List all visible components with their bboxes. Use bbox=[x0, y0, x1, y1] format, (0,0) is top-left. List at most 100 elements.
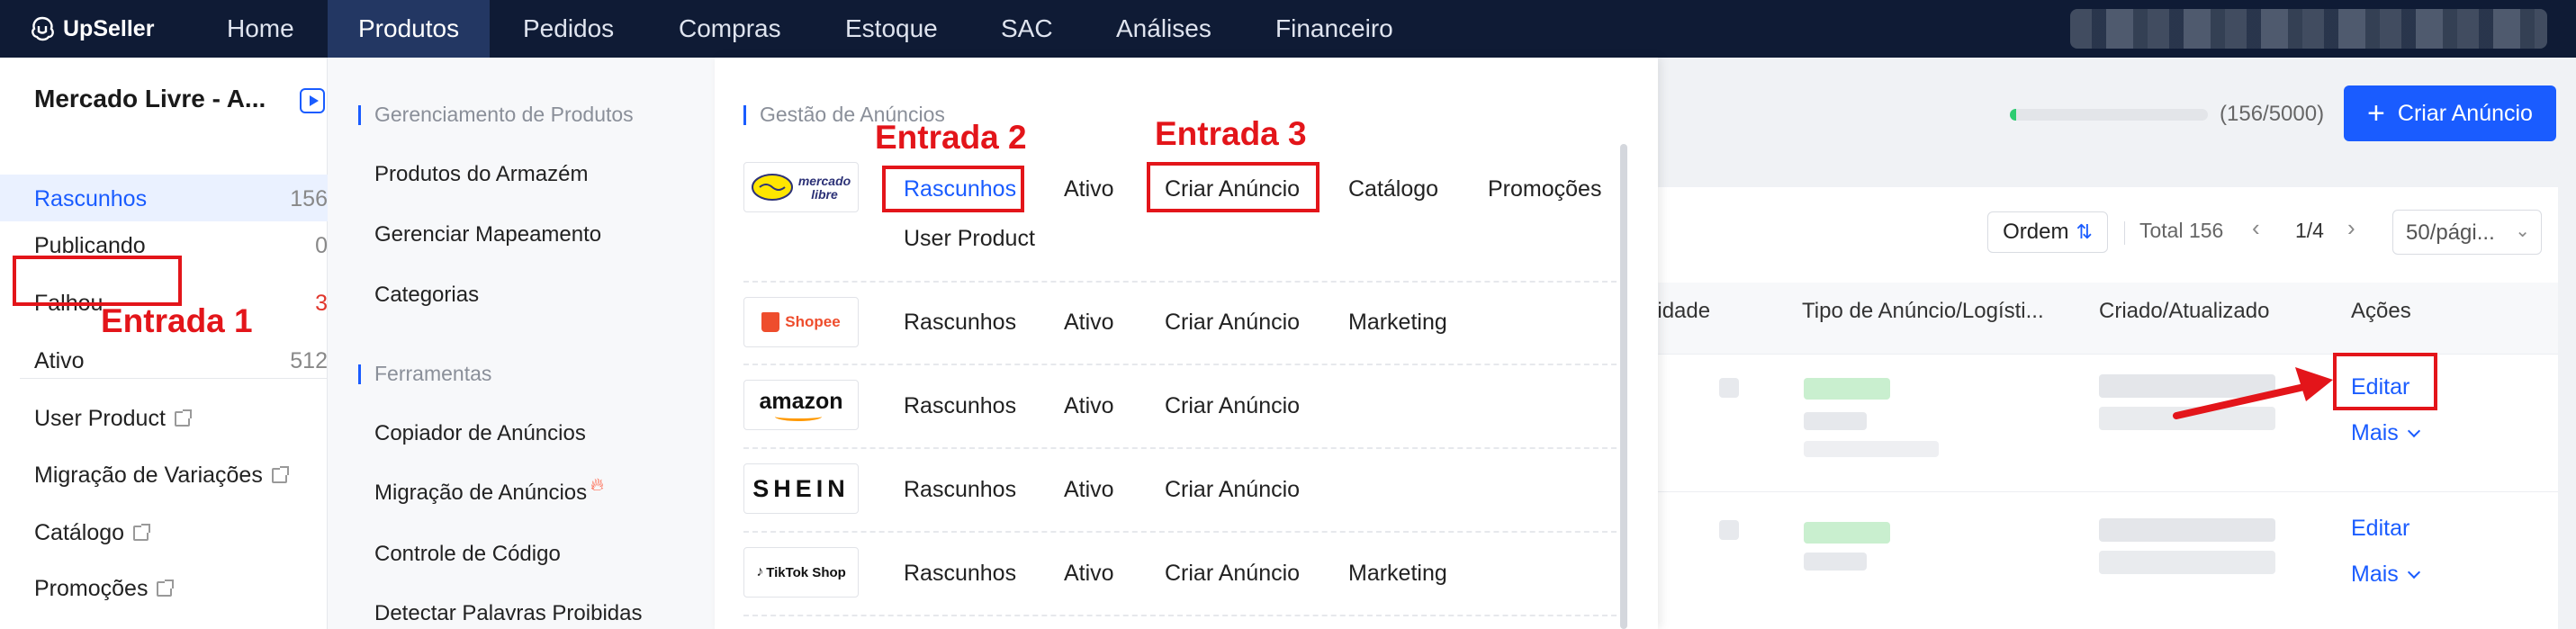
amazon-brand: amazon bbox=[759, 388, 843, 414]
mercado-libre-logo: mercado libre bbox=[743, 162, 859, 212]
menu-detectar-palavras[interactable]: Detectar Palavras Proibidas bbox=[374, 601, 642, 626]
create-listing-label: Criar Anúncio bbox=[2397, 100, 2533, 126]
sidebar-item-ativo[interactable]: Ativo 512 bbox=[0, 337, 328, 383]
menu-scrollbar[interactable] bbox=[1620, 144, 1627, 629]
amazon-ativo[interactable]: Ativo bbox=[1064, 393, 1114, 419]
highlight-editar bbox=[2333, 353, 2437, 410]
nav-estoque[interactable]: Estoque bbox=[815, 0, 968, 58]
tiktok-criar-anuncio[interactable]: Criar Anúncio bbox=[1165, 561, 1300, 587]
shopee-rascunhos[interactable]: Rascunhos bbox=[904, 310, 1016, 336]
shein-brand: SHEIN bbox=[752, 474, 850, 502]
prev-page-icon[interactable]: ‹ bbox=[2252, 214, 2260, 242]
sidebar-item-label: Rascunhos bbox=[34, 186, 148, 211]
sort-icon: ⇅ bbox=[2076, 220, 2093, 243]
listing-quota-text: (156/5000) bbox=[2220, 102, 2325, 126]
amazon-rascunhos[interactable]: Rascunhos bbox=[904, 393, 1016, 419]
external-link-icon bbox=[133, 524, 151, 541]
nav-home[interactable]: Home bbox=[196, 0, 325, 58]
sidebar-link-promocoes[interactable]: Promoções bbox=[34, 576, 175, 602]
tiktok-rascunhos[interactable]: Rascunhos bbox=[904, 561, 1016, 587]
more-label: Mais bbox=[2351, 420, 2399, 445]
shopee-criar-anuncio[interactable]: Criar Anúncio bbox=[1165, 310, 1300, 336]
blurred-cell bbox=[1804, 522, 1890, 544]
row-divider bbox=[1658, 491, 2558, 492]
menu-copiador-anuncios[interactable]: Copiador de Anúncios bbox=[374, 421, 586, 446]
upseller-logo[interactable]: UpSeller bbox=[29, 13, 154, 45]
progress-fill bbox=[2010, 109, 2016, 121]
sort-button[interactable]: Ordem ⇅ bbox=[1987, 211, 2108, 253]
menu-migracao-anuncios[interactable]: Migração de Anúncios 🔥︎ bbox=[374, 475, 604, 506]
sidebar-link-catalogo[interactable]: Catálogo bbox=[34, 520, 151, 546]
blurred-cell bbox=[1804, 412, 1867, 430]
per-page-select[interactable]: 50/pági... ⌄ bbox=[2392, 210, 2542, 255]
nav-analises[interactable]: Análises bbox=[1085, 0, 1242, 58]
row-separator bbox=[743, 364, 1617, 365]
tiktok-ativo[interactable]: Ativo bbox=[1064, 561, 1114, 587]
sidebar-link-label: User Product bbox=[34, 406, 166, 431]
sidebar-link-migracao-variacoes[interactable]: Migração de Variações bbox=[34, 463, 289, 489]
menu-categorias[interactable]: Categorias bbox=[374, 283, 479, 308]
app-name: UpSeller bbox=[63, 15, 155, 41]
mercado-libre-brand: mercado libre bbox=[797, 174, 851, 202]
nav-compras[interactable]: Compras bbox=[648, 0, 812, 58]
tiktok-brand: TikTok Shop bbox=[766, 564, 846, 580]
edit-link[interactable]: Editar bbox=[2351, 516, 2409, 542]
highlight-rascunhos bbox=[882, 166, 1024, 212]
plus-icon: + bbox=[2367, 95, 2385, 130]
blurred-cell bbox=[1719, 378, 1739, 398]
ml-ativo[interactable]: Ativo bbox=[1064, 176, 1114, 202]
blurred-cell bbox=[2099, 551, 2275, 574]
tiktok-marketing[interactable]: Marketing bbox=[1348, 561, 1447, 587]
shein-ativo[interactable]: Ativo bbox=[1064, 477, 1114, 503]
menu-migracao-label: Migração de Anúncios bbox=[374, 481, 588, 505]
more-label: Mais bbox=[2351, 562, 2399, 587]
page-indicator: 1/4 bbox=[2295, 219, 2324, 242]
shopee-marketing[interactable]: Marketing bbox=[1348, 310, 1447, 336]
row-separator bbox=[743, 281, 1617, 283]
row-separator bbox=[743, 615, 1617, 616]
menu-controle-codigo[interactable]: Controle de Código bbox=[374, 542, 561, 567]
menu-produtos-armazem[interactable]: Produtos do Armazém bbox=[374, 162, 588, 187]
sidebar-item-label: Ativo bbox=[34, 348, 85, 373]
sidebar-divider bbox=[20, 378, 328, 379]
listing-quota-progress bbox=[2010, 109, 2208, 121]
row-separator bbox=[743, 447, 1617, 449]
shop-title[interactable]: Mercado Livre - A... bbox=[34, 85, 266, 113]
blurred-cell bbox=[2099, 518, 2275, 542]
sidebar-item-count: 0 bbox=[315, 233, 328, 258]
ml-promocoes[interactable]: Promoções bbox=[1488, 176, 1601, 202]
amazon-criar-anuncio[interactable]: Criar Anúncio bbox=[1165, 393, 1300, 419]
menu-gerenciar-mapeamento[interactable]: Gerenciar Mapeamento bbox=[374, 222, 601, 247]
sort-label: Ordem bbox=[2003, 220, 2069, 244]
ml-user-product[interactable]: User Product bbox=[904, 226, 1035, 252]
external-link-icon bbox=[157, 580, 175, 597]
col-acoes: Ações bbox=[2351, 299, 2411, 323]
shein-criar-anuncio[interactable]: Criar Anúncio bbox=[1165, 477, 1300, 503]
nav-pedidos[interactable]: Pedidos bbox=[492, 0, 644, 58]
more-actions-link[interactable]: Mais bbox=[2351, 562, 2420, 588]
shopee-brand: Shopee bbox=[785, 313, 841, 330]
next-page-icon[interactable]: › bbox=[2347, 214, 2355, 242]
more-actions-link[interactable]: Mais bbox=[2351, 420, 2420, 446]
play-icon[interactable] bbox=[300, 88, 325, 113]
fire-icon: 🔥︎ bbox=[590, 475, 604, 495]
nav-financeiro[interactable]: Financeiro bbox=[1245, 0, 1424, 58]
col-criado-atualizado: Criado/Atualizado bbox=[2099, 299, 2270, 323]
nav-sac[interactable]: SAC bbox=[970, 0, 1084, 58]
tiktok-shop-logo: ♪ TikTok Shop bbox=[743, 547, 859, 598]
ml-catalogo[interactable]: Catálogo bbox=[1348, 176, 1438, 202]
sidebar-item-count: 3 bbox=[315, 291, 328, 316]
shein-rascunhos[interactable]: Rascunhos bbox=[904, 477, 1016, 503]
nav-produtos[interactable]: Produtos bbox=[328, 0, 491, 58]
shopee-ativo[interactable]: Ativo bbox=[1064, 310, 1114, 336]
sidebar-link-user-product[interactable]: User Product bbox=[34, 406, 192, 432]
sidebar-item-rascunhos[interactable]: Rascunhos 156 bbox=[0, 175, 328, 221]
blurred-user-area[interactable] bbox=[2070, 9, 2547, 49]
top-navbar: UpSeller Home Produtos Pedidos Compras E… bbox=[0, 0, 2576, 58]
external-link-icon bbox=[271, 466, 289, 483]
row-separator bbox=[743, 531, 1617, 533]
toolbar-divider bbox=[2124, 221, 2125, 245]
left-sidebar: Mercado Livre - A... Rascunhos 156 Publi… bbox=[0, 58, 328, 629]
shopee-logo: Shopee bbox=[743, 297, 859, 347]
create-listing-button[interactable]: + Criar Anúncio bbox=[2344, 85, 2556, 141]
